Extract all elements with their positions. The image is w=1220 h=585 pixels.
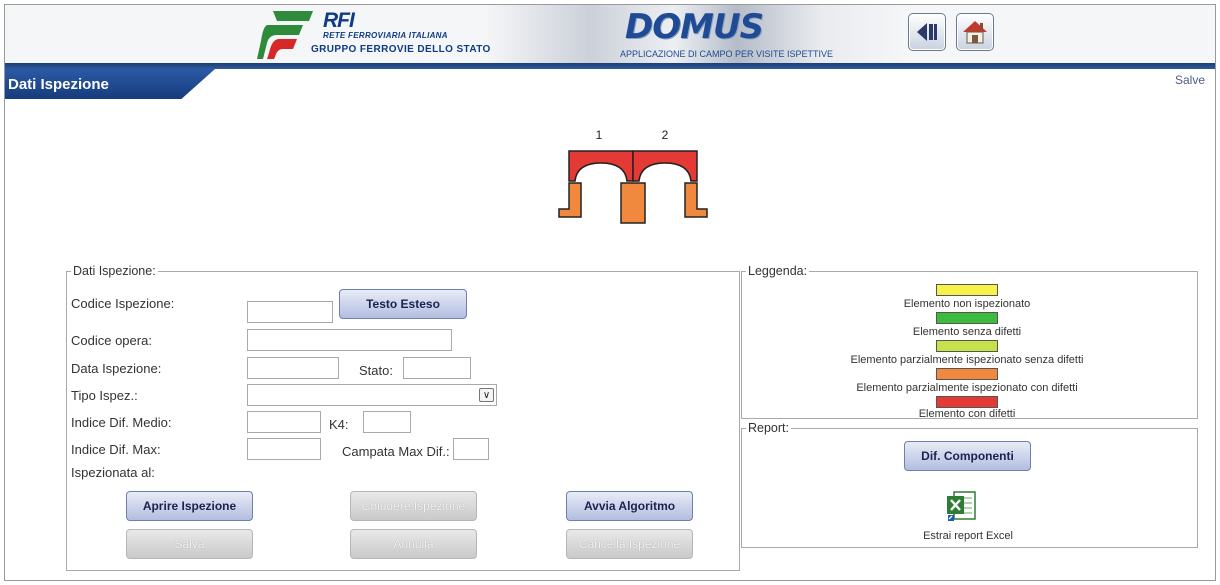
ispezionata-label: Ispezionata al: <box>71 465 155 480</box>
brand-subtitle: RETE FERROVIARIA ITALIANA <box>323 31 448 40</box>
app-header: RFI RETE FERROVIARIA ITALIANA GRUPPO FER… <box>5 5 1215 69</box>
page-title: Dati Ispezione <box>8 76 109 93</box>
home-icon <box>963 21 987 44</box>
home-button[interactable] <box>956 13 994 51</box>
campata-max-input[interactable] <box>453 438 489 460</box>
span-2-deck[interactable] <box>632 150 698 182</box>
codice-opera-input[interactable] <box>247 329 452 351</box>
codice-opera-label: Codice opera: <box>71 333 152 348</box>
k4-input[interactable] <box>363 411 411 433</box>
span-label-1: 1 <box>596 128 603 142</box>
right-abutment[interactable] <box>684 182 708 218</box>
campata-max-label: Campata Max Dif.: <box>342 444 450 459</box>
legend-label-senza-difetti: Elemento senza difetti <box>912 326 1022 338</box>
data-ispezione-label: Data Ispezione: <box>71 361 162 376</box>
bridge-diagram: 1 2 <box>558 128 708 224</box>
rfi-logo-icon <box>257 11 313 59</box>
left-abutment[interactable] <box>558 182 582 218</box>
span-label-2: 2 <box>662 128 669 142</box>
dati-ispezione-legend: Dati Ispezione: <box>71 264 158 278</box>
chiudere-ispezione-button[interactable]: Chiudere Ispezione <box>350 491 477 521</box>
excel-report-button[interactable] <box>944 489 978 523</box>
legend-swatch-non-ispezionato <box>936 284 998 296</box>
legend-swatch-parz-con-difetti <box>936 368 998 380</box>
legend-label-parz-con-difetti: Elemento parzialmente ispezionato con di… <box>856 382 1078 394</box>
legend-label-con-difetti: Elemento con difetti <box>918 408 1016 420</box>
brand-group: GRUPPO FERROVIE DELLO STATO <box>311 44 491 55</box>
tipo-ispez-select[interactable]: ∨ <box>247 384 497 406</box>
app-window: RFI RETE FERROVIARIA ITALIANA GRUPPO FER… <box>4 4 1216 581</box>
testo-esteso-button[interactable]: Testo Esteso <box>339 289 467 319</box>
back-arrow-icon <box>917 23 937 41</box>
dati-ispezione-group: Dati Ispezione: Codice Ispezione: Testo … <box>66 264 740 571</box>
report-group: Report: Dif. Componenti Estrai report Ex… <box>741 421 1198 548</box>
chevron-down-icon[interactable]: ∨ <box>479 388 494 402</box>
app-subtitle: APPLICAZIONE DI CAMPO PER VISITE ISPETTI… <box>620 49 834 59</box>
codice-ispezione-input[interactable] <box>247 301 333 323</box>
annulla-button[interactable]: Annulla <box>350 529 477 559</box>
cancella-ispezione-button[interactable]: Cancella Ispezione <box>566 529 693 559</box>
greeting-text: Salve <box>1174 73 1205 87</box>
excel-report-label[interactable]: Estrai report Excel <box>868 530 1068 542</box>
span-1-deck[interactable] <box>568 150 634 182</box>
indice-medio-input[interactable] <box>247 411 321 433</box>
tipo-ispez-label: Tipo Ispez.: <box>71 388 138 403</box>
legend-swatch-parz-senza-difetti <box>936 340 998 352</box>
page-title-bar: Dati Ispezione <box>5 69 215 99</box>
back-button[interactable] <box>908 13 946 51</box>
legend-swatch-senza-difetti <box>936 312 998 324</box>
k4-label: K4: <box>329 417 349 432</box>
indice-max-label: Indice Dif. Max: <box>71 442 161 457</box>
legend-label-non-ispezionato: Elemento non ispezionato <box>903 298 1031 310</box>
leggenda-group: Leggenda: Elemento non ispezionato Eleme… <box>741 264 1198 420</box>
avvia-algoritmo-button[interactable]: Avvia Algoritmo <box>566 491 693 521</box>
indice-max-input[interactable] <box>247 438 321 460</box>
legend-swatch-con-difetti <box>936 396 998 408</box>
salva-button[interactable]: Salva <box>126 529 253 559</box>
stato-input[interactable] <box>403 357 471 379</box>
stato-label: Stato: <box>359 363 393 378</box>
brand-title: RFI <box>323 9 355 32</box>
rfi-brand: RFI RETE FERROVIARIA ITALIANA GRUPPO FER… <box>311 9 491 55</box>
app-title: DOMUS <box>625 7 764 47</box>
report-legend: Report: <box>746 421 791 435</box>
codice-ispezione-label: Codice Ispezione: <box>71 296 175 311</box>
aprire-ispezione-button[interactable]: Aprire Ispezione <box>126 491 253 521</box>
indice-medio-label: Indice Dif. Medio: <box>71 415 172 430</box>
leggenda-legend: Leggenda: <box>746 264 810 278</box>
excel-icon <box>947 491 976 521</box>
central-pier[interactable] <box>620 182 646 224</box>
dif-componenti-button[interactable]: Dif. Componenti <box>904 441 1031 471</box>
legend-label-parz-senza-difetti: Elemento parzialmente ispezionato senza … <box>850 354 1084 366</box>
data-ispezione-input[interactable] <box>247 357 339 379</box>
